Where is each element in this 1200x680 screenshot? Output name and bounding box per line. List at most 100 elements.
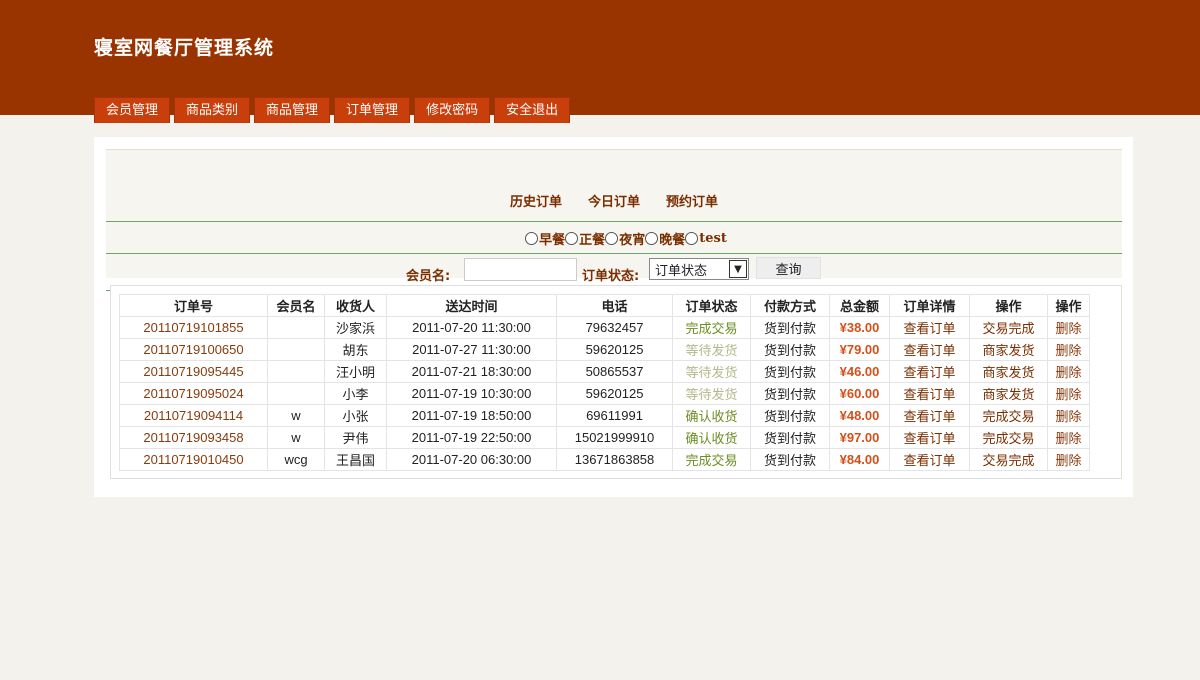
order-action-link[interactable]: 交易完成	[969, 448, 1048, 471]
col-receiver: 收货人	[324, 294, 387, 317]
table-header-row: 订单号 会员名 收货人 送达时间 电话 订单状态 付款方式 总金额 订单详情 操…	[119, 294, 1090, 317]
order-action-link[interactable]: 商家发货	[969, 360, 1048, 383]
member-name-cell: w	[267, 404, 325, 427]
col-order-detail: 订单详情	[889, 294, 970, 317]
phone-cell: 15021999910	[556, 426, 673, 449]
order-id-cell: 20110719094114	[119, 404, 268, 427]
total-amount-cell: ¥38.00	[829, 316, 890, 339]
member-name-cell: w	[267, 426, 325, 449]
orders-table: 订单号 会员名 收货人 送达时间 电话 订单状态 付款方式 总金额 订单详情 操…	[119, 294, 1090, 471]
order-status-label: 订单状态:	[582, 269, 640, 284]
filter-box: 历史订单 今日订单 预约订单 早餐 正餐 夜宵 晚餐 test 会员名: 订单状…	[106, 149, 1122, 291]
order-id-cell: 20110719100650	[119, 338, 268, 361]
receiver-cell: 尹伟	[324, 426, 387, 449]
payment-method-cell: 货到付款	[750, 448, 830, 471]
member-name-input[interactable]	[464, 258, 577, 281]
nav-logout[interactable]: 安全退出	[494, 97, 571, 123]
meal-option-dinner[interactable]: 晚餐	[645, 229, 685, 248]
tab-history-orders[interactable]: 历史订单	[510, 191, 562, 210]
total-amount-cell: ¥97.00	[829, 426, 890, 449]
nav-product-category[interactable]: 商品类别	[174, 97, 251, 123]
nav-order-management[interactable]: 订单管理	[334, 97, 411, 123]
meal-option-late-snack[interactable]: 夜宵	[605, 229, 645, 248]
order-status-cell: 等待发货	[672, 338, 751, 361]
query-button[interactable]: 查询	[756, 257, 821, 279]
order-action-link[interactable]: 商家发货	[969, 338, 1048, 361]
col-total-amount: 总金额	[829, 294, 890, 317]
view-order-link[interactable]: 查看订单	[889, 360, 970, 383]
chevron-down-icon[interactable]: ▼	[729, 260, 747, 278]
phone-cell: 69611991	[556, 404, 673, 427]
col-payment-method: 付款方式	[750, 294, 830, 317]
nav-change-password[interactable]: 修改密码	[414, 97, 491, 123]
payment-method-cell: 货到付款	[750, 404, 830, 427]
view-order-link[interactable]: 查看订单	[889, 404, 970, 427]
radio-button[interactable]	[685, 231, 699, 245]
delivery-time-cell: 2011-07-20 06:30:00	[386, 448, 557, 471]
order-status-select[interactable]: 订单状态 ▼	[649, 258, 749, 280]
view-order-link[interactable]: 查看订单	[889, 426, 970, 449]
member-name-cell	[267, 338, 325, 361]
total-amount-cell: ¥60.00	[829, 382, 890, 405]
payment-method-cell: 货到付款	[750, 360, 830, 383]
radio-button[interactable]	[605, 231, 619, 245]
receiver-cell: 小张	[324, 404, 387, 427]
nav-member-management[interactable]: 会员管理	[94, 97, 171, 123]
phone-cell: 59620125	[556, 382, 673, 405]
order-action-link[interactable]: 完成交易	[969, 426, 1048, 449]
member-name-cell	[267, 382, 325, 405]
order-id-cell: 20110719095445	[119, 360, 268, 383]
view-order-link[interactable]: 查看订单	[889, 338, 970, 361]
phone-cell: 50865537	[556, 360, 673, 383]
col-action-delete: 操作	[1047, 294, 1090, 317]
delete-order-link[interactable]: 删除	[1047, 382, 1090, 405]
order-id-cell: 20110719010450	[119, 448, 268, 471]
delivery-time-cell: 2011-07-20 11:30:00	[386, 316, 557, 339]
receiver-cell: 小李	[324, 382, 387, 405]
delivery-time-cell: 2011-07-27 11:30:00	[386, 338, 557, 361]
member-name-cell	[267, 360, 325, 383]
delivery-time-cell: 2011-07-21 18:30:00	[386, 360, 557, 383]
view-order-link[interactable]: 查看订单	[889, 448, 970, 471]
table-row: 20110719093458 w 尹伟 2011-07-19 22:50:00 1502…	[119, 426, 1090, 449]
table-row: 20110719095445 汪小明 2011-07-21 18:30:00 5086…	[119, 360, 1090, 383]
order-status-cell: 完成交易	[672, 316, 751, 339]
order-action-link[interactable]: 完成交易	[969, 404, 1048, 427]
delete-order-link[interactable]: 删除	[1047, 338, 1090, 361]
delete-order-link[interactable]: 删除	[1047, 448, 1090, 471]
meal-option-breakfast[interactable]: 早餐	[525, 229, 565, 248]
payment-method-cell: 货到付款	[750, 338, 830, 361]
table-row: 20110719095024 小李 2011-07-19 10:30:00 59620…	[119, 382, 1090, 405]
table-row: 20110719101855 沙家浜 2011-07-20 11:30:00 7963…	[119, 316, 1090, 339]
tab-reserved-orders[interactable]: 预约订单	[666, 191, 718, 210]
view-order-link[interactable]: 查看订单	[889, 316, 970, 339]
delete-order-link[interactable]: 删除	[1047, 426, 1090, 449]
order-tabs: 历史订单 今日订单 预约订单	[106, 175, 1122, 222]
delete-order-link[interactable]: 删除	[1047, 316, 1090, 339]
orders-table-body: 20110719101855 沙家浜 2011-07-20 11:30:00 7963…	[119, 316, 1090, 471]
content-panel: 历史订单 今日订单 预约订单 早餐 正餐 夜宵 晚餐 test 会员名: 订单状…	[94, 137, 1133, 497]
meal-radio-group: 早餐 正餐 夜宵 晚餐 test	[106, 223, 1122, 254]
order-action-link[interactable]: 交易完成	[969, 316, 1048, 339]
delete-order-link[interactable]: 删除	[1047, 360, 1090, 383]
view-order-link[interactable]: 查看订单	[889, 382, 970, 405]
col-member-name: 会员名	[267, 294, 325, 317]
meal-option-test[interactable]: test	[685, 231, 727, 246]
tab-today-orders[interactable]: 今日订单	[588, 191, 640, 210]
receiver-cell: 沙家浜	[324, 316, 387, 339]
delete-order-link[interactable]: 删除	[1047, 404, 1090, 427]
meal-option-lunch[interactable]: 正餐	[565, 229, 605, 248]
order-status-cell: 确认收货	[672, 404, 751, 427]
radio-button[interactable]	[525, 231, 539, 245]
delivery-time-cell: 2011-07-19 18:50:00	[386, 404, 557, 427]
order-id-cell: 20110719095024	[119, 382, 268, 405]
order-action-link[interactable]: 商家发货	[969, 382, 1048, 405]
payment-method-cell: 货到付款	[750, 382, 830, 405]
delivery-time-cell: 2011-07-19 10:30:00	[386, 382, 557, 405]
radio-button[interactable]	[565, 231, 579, 245]
nav-product-management[interactable]: 商品管理	[254, 97, 331, 123]
delivery-time-cell: 2011-07-19 22:50:00	[386, 426, 557, 449]
member-name-cell	[267, 316, 325, 339]
order-id-cell: 20110719093458	[119, 426, 268, 449]
radio-button[interactable]	[645, 231, 659, 245]
